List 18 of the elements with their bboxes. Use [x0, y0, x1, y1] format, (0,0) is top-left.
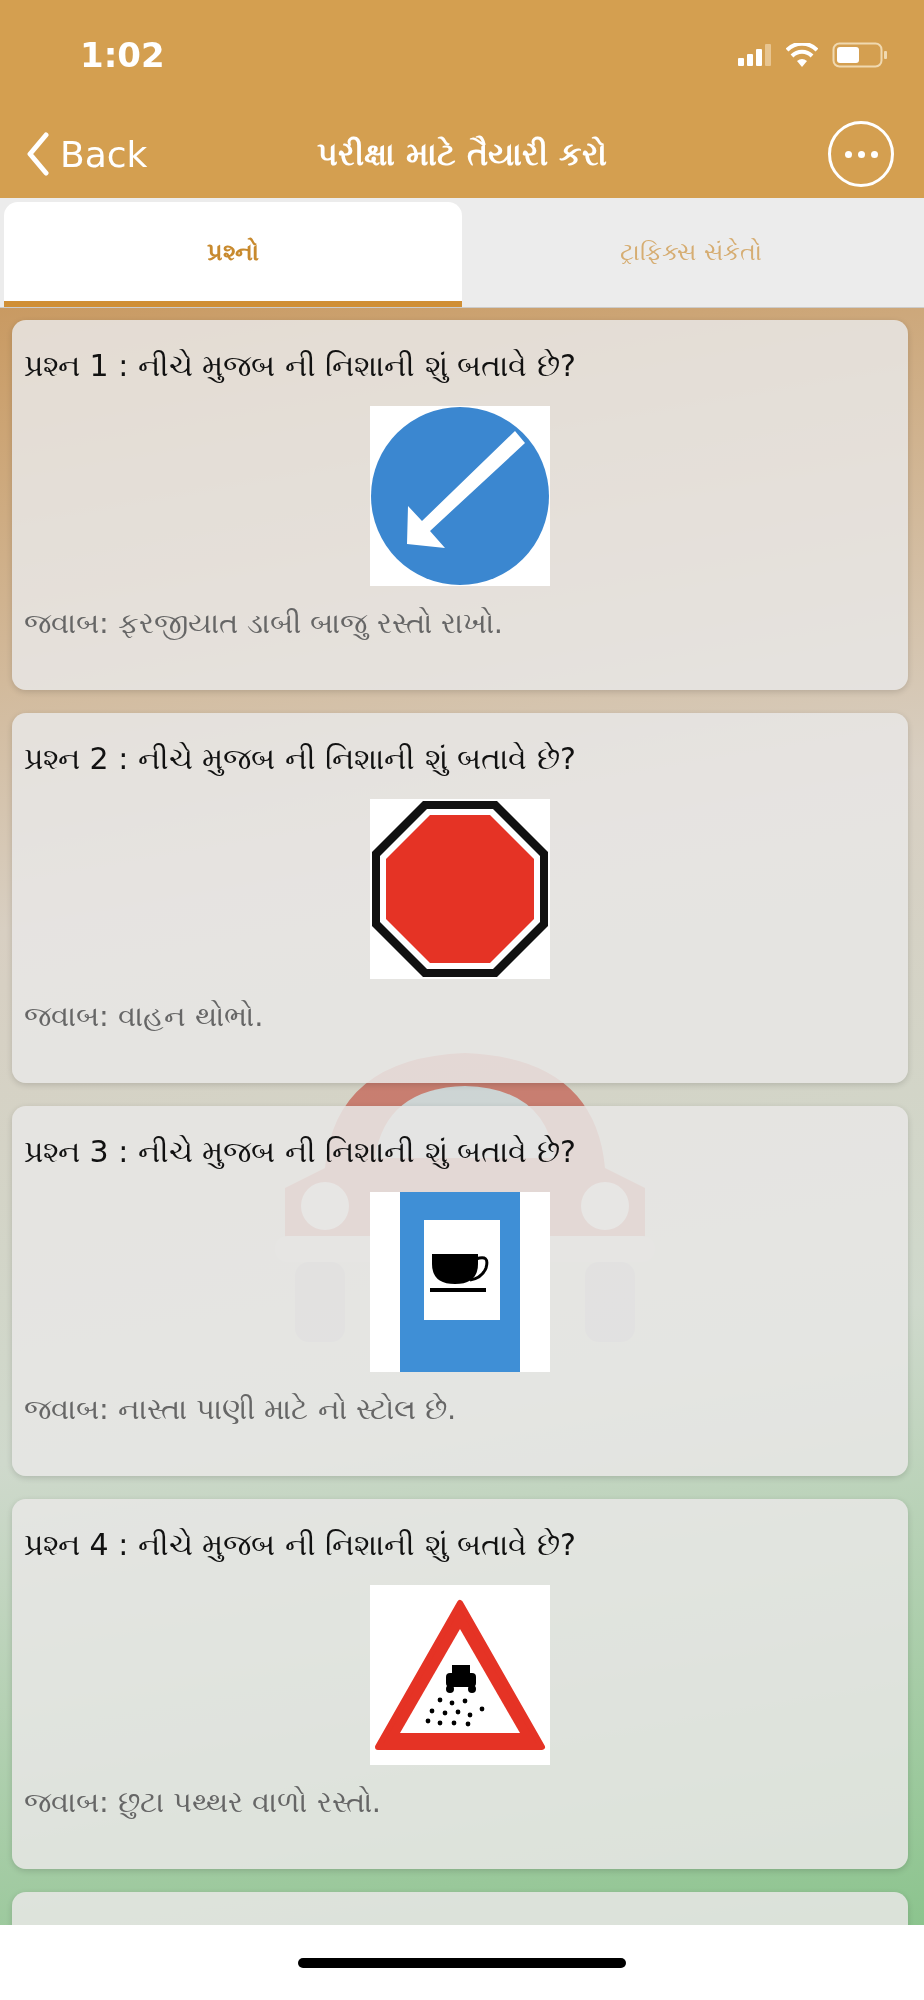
answer-text: જવાબ: વાહન થોભો.	[24, 999, 265, 1034]
wifi-icon	[786, 43, 818, 67]
question-text: પ્રશ્ન 4 : નીચે મુજબ ની નિશાની શું બતાવે છે?	[24, 1527, 577, 1563]
chevron-left-icon	[26, 132, 50, 176]
question-text: પ્રશ્ન 2 : નીચે મુજબ ની નિશાની શું બતાવે છે?	[24, 741, 577, 777]
answer-text: જવાબ: છુટા પથ્થર વાળો રસ્તો.	[24, 1785, 382, 1820]
tab[interactable]: ટ્રાફિક્સ સંકેતો	[462, 202, 920, 307]
answer-text: જવાબ: નાસ્તા પાણી માટે નો સ્ટોલ છે.	[24, 1392, 458, 1427]
screen-title: પરીક્ષા માટે તૈયારી કરો	[316, 135, 608, 173]
signal-icon	[738, 44, 772, 66]
question-text: પ્રશ્ન 3 : નીચે મુજબ ની નિશાની શું બતાવે છે?	[24, 1134, 577, 1170]
back-button[interactable]: Back	[26, 132, 148, 176]
battery-icon	[832, 42, 888, 68]
status-time: 1:02	[80, 35, 165, 75]
question-text: પ્રશ્ન 1 : નીચે મુજબ ની નિશાની શું બતાવે છે?	[24, 348, 577, 384]
tab[interactable]: પ્રશ્નો	[4, 202, 462, 307]
more-button[interactable]	[828, 121, 894, 187]
answer-text: જવાબ: ફરજીયાત ડાબી બાજુ રસ્તો રાખો.	[24, 606, 505, 641]
